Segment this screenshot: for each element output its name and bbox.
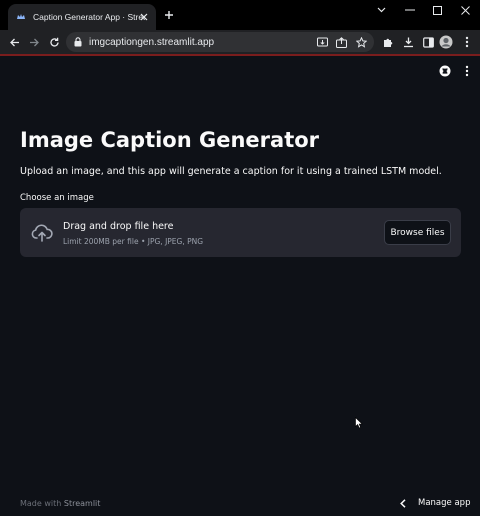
url-text: imgcaptiongen.streamlit.app	[89, 36, 215, 48]
cloud-upload-icon	[31, 223, 53, 243]
close-icon[interactable]	[139, 12, 149, 22]
plus-icon[interactable]	[162, 8, 176, 22]
dropzone-instructions: Drag and drop file here	[63, 221, 174, 232]
file-dropzone[interactable]: Drag and drop file here Limit 200MB per …	[20, 208, 461, 257]
page-description: Upload an image, and this app will gener…	[20, 166, 442, 177]
bookmark-star-icon[interactable]	[354, 35, 368, 49]
browse-files-button[interactable]: Browse files	[384, 220, 451, 245]
manage-app-label: Manage app	[418, 498, 471, 508]
close-icon[interactable]	[456, 3, 474, 17]
maximize-icon[interactable]	[428, 3, 446, 17]
browser-tab[interactable]: Caption Generator App · Streamlit	[8, 4, 156, 30]
share-icon[interactable]	[334, 35, 348, 49]
reload-icon[interactable]	[47, 35, 61, 49]
mouse-cursor-icon	[355, 414, 363, 429]
streamlit-app: Image Caption Generator Upload an image,…	[0, 56, 480, 516]
browser-toolbar: imgcaptiongen.streamlit.app	[0, 30, 480, 54]
download-icon[interactable]	[401, 35, 415, 49]
forward-arrow-icon[interactable]	[27, 35, 41, 49]
minimize-icon[interactable]	[401, 3, 419, 17]
side-panel-icon[interactable]	[421, 35, 435, 49]
chevron-down-icon[interactable]	[372, 3, 390, 17]
kebab-menu-icon[interactable]	[460, 64, 474, 78]
extensions-puzzle-icon[interactable]	[381, 35, 395, 49]
page-title: Image Caption Generator	[20, 128, 320, 152]
made-with-streamlit[interactable]: Made with Streamlit	[20, 499, 100, 508]
streamlit-brand-link[interactable]: Streamlit	[64, 499, 101, 508]
made-with-prefix: Made with	[20, 499, 64, 508]
back-arrow-icon[interactable]	[7, 35, 21, 49]
chevron-left-icon	[400, 498, 406, 508]
lock-icon[interactable]	[74, 37, 82, 47]
kebab-menu-icon[interactable]	[460, 35, 474, 49]
tab-title: Caption Generator App · Streamlit	[33, 12, 145, 22]
manage-app-button[interactable]: Manage app	[400, 496, 470, 510]
dropzone-limit-text: Limit 200MB per file • JPG, JPEG, PNG	[63, 237, 204, 246]
install-app-icon[interactable]	[315, 35, 329, 49]
browser-tab-strip: Caption Generator App · Streamlit	[0, 0, 480, 30]
streamlit-crown-icon	[16, 12, 26, 22]
uploader-label: Choose an image	[20, 193, 94, 203]
profile-avatar-icon[interactable]	[439, 35, 453, 49]
address-bar[interactable]: imgcaptiongen.streamlit.app	[66, 32, 374, 52]
github-icon[interactable]	[438, 64, 452, 78]
